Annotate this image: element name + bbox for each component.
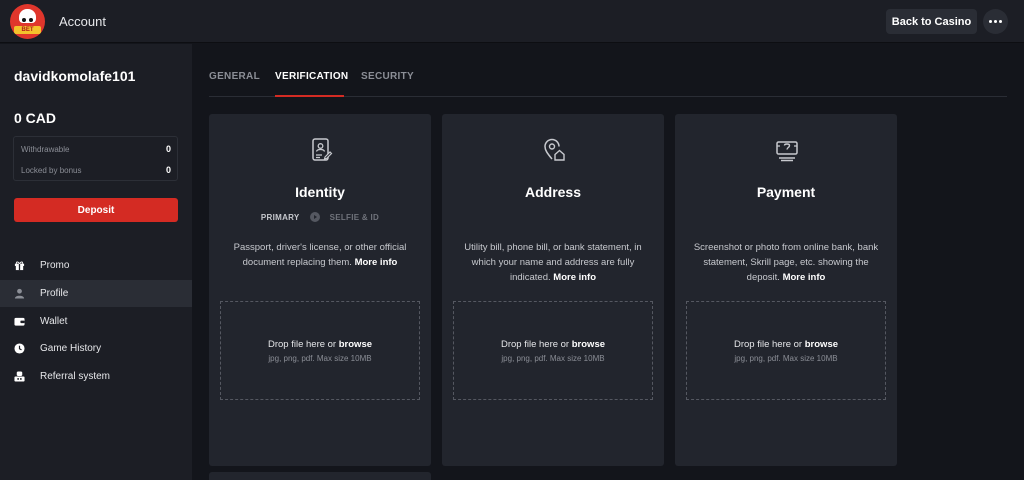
withdrawable-label: Withdrawable — [21, 144, 70, 154]
sidebar-item-label: Wallet — [40, 316, 68, 327]
location-home-icon — [544, 138, 565, 161]
more-dots-icon — [989, 20, 1002, 23]
sidebar-item-promo[interactable]: Promo — [0, 252, 192, 279]
more-info-link[interactable]: More info — [783, 272, 826, 283]
card-title: Identity — [295, 184, 345, 200]
locked-bonus-label: Locked by bonus — [21, 165, 82, 175]
logo-eye-right — [29, 18, 33, 22]
card-description: Passport, driver's license, or other off… — [225, 240, 415, 270]
file-drop-zone[interactable]: Drop file here or browse jpg, png, pdf. … — [453, 301, 653, 400]
deposit-button[interactable]: Deposit — [14, 198, 178, 222]
payment-card: Payment Screenshot or photo from online … — [675, 114, 897, 466]
chevron-right-icon — [309, 212, 320, 222]
step-primary: PRIMARY — [260, 212, 300, 222]
sidebar-item-profile[interactable]: Profile — [0, 280, 192, 307]
sidebar: davidkomolafe101 0 CAD Withdrawable 0 Lo… — [0, 44, 192, 480]
card-title: Address — [524, 184, 582, 200]
browse-link[interactable]: browse — [572, 339, 605, 350]
more-info-link[interactable]: More info — [553, 272, 596, 283]
next-card-peek — [209, 472, 431, 480]
sidebar-item-referral[interactable]: Referral system — [0, 363, 192, 390]
browse-link[interactable]: browse — [339, 339, 372, 350]
file-drop-zone[interactable]: Drop file here or browse jpg, png, pdf. … — [220, 301, 420, 400]
logo-text: BET — [14, 26, 41, 34]
file-drop-zone[interactable]: Drop file here or browse jpg, png, pdf. … — [686, 301, 886, 400]
identity-card: Identity PRIMARY SELFIE & ID Passport, d… — [209, 114, 431, 466]
sidebar-item-label: Profile — [40, 288, 69, 299]
casino-logo[interactable]: BET — [10, 4, 45, 39]
balance-amount: 0 CAD — [14, 110, 57, 126]
sidebar-item-wallet[interactable]: Wallet — [0, 308, 192, 335]
tab-security[interactable]: SECURITY — [361, 71, 414, 82]
withdrawable-row: Withdrawable 0 — [21, 139, 171, 159]
sidebar-item-label: Game History — [40, 343, 102, 354]
drop-text: Drop file here or — [733, 338, 803, 350]
card-description: Utility bill, phone bill, or bank statem… — [458, 240, 648, 285]
clock-icon — [14, 343, 25, 354]
id-document-icon — [312, 138, 333, 161]
referral-icon — [14, 371, 25, 382]
logo-skull-icon — [19, 9, 36, 23]
payment-card-icon — [776, 141, 798, 162]
drop-text: Drop file here or — [267, 338, 337, 350]
user-icon — [14, 288, 25, 299]
drop-text: Drop file here or — [500, 338, 570, 350]
card-description: Screenshot or photo from online bank, ba… — [691, 240, 881, 285]
locked-bonus-row: Locked by bonus 0 — [21, 160, 171, 180]
verification-steps: PRIMARY SELFIE & ID — [209, 212, 431, 222]
sidebar-item-label: Referral system — [40, 371, 111, 382]
step-selfie-id: SELFIE & ID — [329, 212, 380, 222]
drop-instructions: Drop file here or browse — [734, 339, 838, 350]
browse-link[interactable]: browse — [805, 339, 838, 350]
drop-instructions: Drop file here or browse — [501, 339, 605, 350]
sidebar-item-game-history[interactable]: Game History — [0, 335, 192, 362]
top-bar: BET Account Back to Casino — [0, 0, 1024, 43]
sidebar-item-label: Promo — [40, 260, 70, 271]
logo-eye-left — [22, 18, 26, 22]
active-tab-indicator — [275, 95, 344, 97]
username: davidkomolafe101 — [14, 68, 136, 84]
address-card: Address Utility bill, phone bill, or ban… — [442, 114, 664, 466]
card-title: Payment — [756, 184, 816, 200]
withdrawable-value: 0 — [165, 144, 171, 154]
back-to-casino-button[interactable]: Back to Casino — [886, 9, 977, 34]
more-info-link[interactable]: More info — [355, 257, 398, 268]
tab-general[interactable]: GENERAL — [209, 71, 260, 82]
file-type-hint: jpg, png, pdf. Max size 10MB — [734, 353, 838, 363]
balance-breakdown: Withdrawable 0 Locked by bonus 0 — [13, 136, 178, 181]
locked-bonus-value: 0 — [165, 165, 171, 175]
more-options-button[interactable] — [983, 9, 1008, 34]
gift-icon — [14, 261, 25, 271]
drop-instructions: Drop file here or browse — [268, 339, 372, 350]
file-type-hint: jpg, png, pdf. Max size 10MB — [268, 353, 372, 363]
tab-verification[interactable]: VERIFICATION — [275, 71, 348, 82]
file-type-hint: jpg, png, pdf. Max size 10MB — [501, 353, 605, 363]
page-title: Account — [59, 14, 106, 29]
wallet-icon — [14, 317, 25, 326]
